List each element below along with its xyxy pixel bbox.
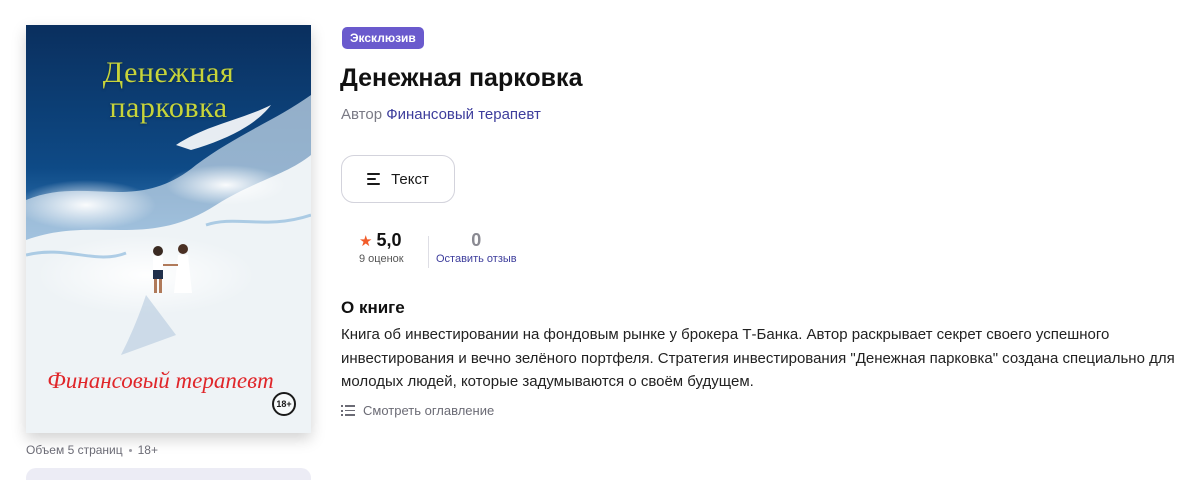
cover-title: Денежная парковка [102, 56, 235, 124]
leave-review-link[interactable]: Оставить отзыв [436, 253, 517, 265]
rating-value-row: ★ 5,0 [359, 230, 401, 251]
reviews-count: 0 [471, 230, 482, 250]
about-description: Книга об инвестировании на фондовым рынк… [341, 326, 1175, 390]
format-label: Текст [391, 170, 429, 188]
text-lines-icon [367, 173, 381, 185]
author-prefix: Автор [341, 106, 383, 123]
toc-label: Смотреть оглавление [363, 403, 495, 418]
rating-count: 9 оценок [359, 253, 404, 265]
author-line: Автор Финансовый терапевт [341, 106, 541, 123]
book-title: Денежная парковка [340, 64, 583, 92]
about-heading: О книге [341, 298, 405, 317]
separator-dot [128, 448, 132, 452]
rating-summary: ★ 5,0 9 оценок [359, 230, 423, 265]
book-meta: Объем 5 страниц 18+ [26, 443, 158, 457]
rating-block: ★ 5,0 9 оценок 0 Оставить отзыв [359, 230, 517, 268]
table-of-contents-link[interactable]: Смотреть оглавление [341, 403, 494, 418]
format-text-button[interactable]: Текст [341, 155, 455, 203]
list-icon [341, 405, 355, 416]
cover-age-badge: 18+ [272, 392, 296, 416]
cover-author: Финансовый терапевт [47, 368, 274, 393]
rating-value: 5,0 [376, 230, 402, 250]
action-panel[interactable] [26, 468, 311, 480]
book-cover[interactable]: Денежная парковка Финансовый терапевт 18… [26, 25, 311, 433]
age-rating: 18+ [137, 443, 158, 457]
book-page: Денежная парковка Финансовый терапевт 18… [0, 0, 1200, 480]
star-icon: ★ [359, 232, 373, 250]
page-count: Объем 5 страниц [26, 443, 123, 457]
exclusive-badge: Эксклюзив [342, 27, 424, 49]
rating-divider [428, 236, 429, 268]
author-link[interactable]: Финансовый терапевт [386, 106, 541, 123]
reviews-summary: 0 Оставить отзыв [436, 230, 517, 265]
